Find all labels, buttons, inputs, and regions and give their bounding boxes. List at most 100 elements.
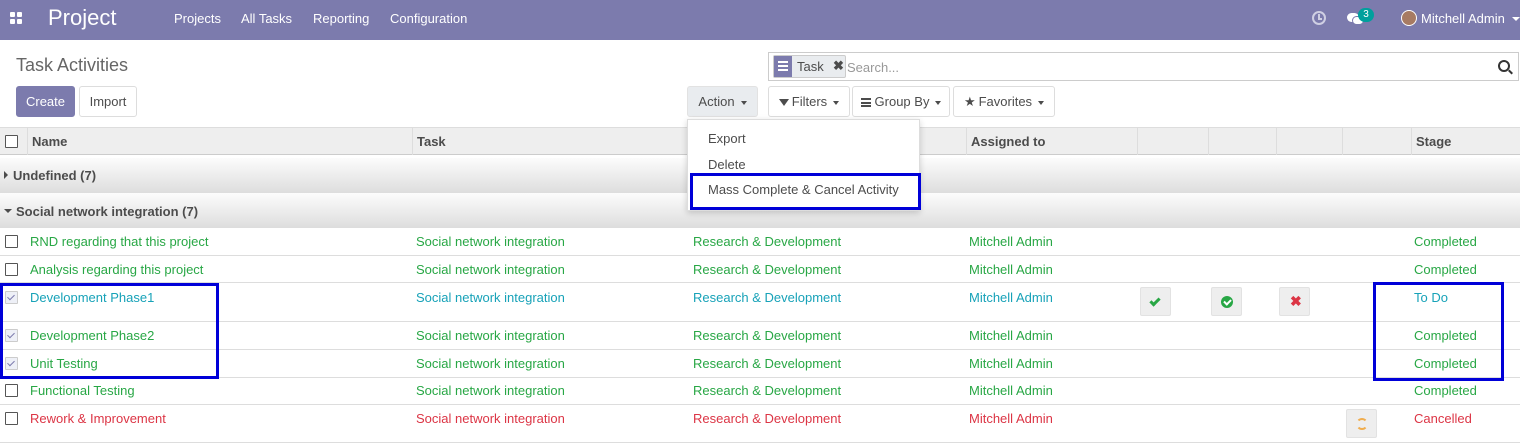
row-checkbox[interactable] (5, 263, 18, 276)
complete-button[interactable] (1211, 287, 1242, 316)
column-header-assigned[interactable]: Assigned to (966, 128, 1137, 155)
action-dropdown-button[interactable]: Action (687, 86, 758, 117)
facet-value: Task (797, 59, 824, 74)
cell-project: Research & Development (693, 290, 842, 305)
cell-assigned: Mitchell Admin (969, 234, 1053, 249)
cell-name: Development Phase1 (30, 290, 155, 305)
cancel-activity-button[interactable]: ✖ (1279, 287, 1310, 316)
menu-reporting[interactable]: Reporting (313, 11, 369, 26)
menu-item-mass-complete-cancel[interactable]: Mass Complete & Cancel Activity (708, 182, 899, 197)
cell-stage: Completed (1414, 234, 1477, 249)
cell-project: Research & Development (693, 262, 842, 277)
close-icon: ✖ (1290, 293, 1302, 309)
table-row[interactable]: Analysis regarding this project Social n… (0, 256, 1520, 283)
cell-task: Social network integration (416, 262, 565, 277)
apps-grid-icon[interactable] (10, 12, 23, 25)
favorites-label: Favorites (978, 94, 1033, 109)
column-header-blank (1208, 128, 1276, 155)
column-header-name[interactable]: Name (27, 128, 412, 155)
menu-item-export[interactable]: Export (708, 131, 746, 146)
cell-stage: To Do (1414, 290, 1448, 305)
caret-down-icon (935, 100, 942, 105)
cell-task: Social network integration (416, 290, 565, 305)
table-row[interactable]: Development Phase2 Social network integr… (0, 322, 1520, 350)
table-row[interactable]: Functional Testing Social network integr… (0, 378, 1520, 405)
cell-project: Research & Development (693, 328, 842, 343)
app-title[interactable]: Project (48, 5, 116, 31)
row-checkbox[interactable] (5, 384, 18, 397)
cell-project: Research & Development (693, 356, 842, 371)
cell-assigned: Mitchell Admin (969, 290, 1053, 305)
cell-stage: Completed (1414, 328, 1477, 343)
table-row[interactable]: Rework & Improvement Social network inte… (0, 405, 1520, 443)
chat-count-badge: 3 (1358, 8, 1374, 22)
create-button[interactable]: Create (16, 86, 75, 117)
cell-project: Research & Development (693, 234, 842, 249)
row-checkbox[interactable] (5, 357, 18, 370)
column-header-blank (1342, 128, 1411, 155)
cell-assigned: Mitchell Admin (969, 383, 1053, 398)
cell-name: Unit Testing (30, 356, 98, 371)
menu-projects[interactable]: Projects (174, 11, 221, 26)
list-icon (774, 56, 792, 77)
row-checkbox[interactable] (5, 329, 18, 342)
top-navbar: Project Projects All Tasks Reporting Con… (0, 0, 1520, 40)
group-label: Social network integration (7) (16, 204, 199, 219)
filter-icon (778, 99, 789, 107)
reset-activity-button[interactable] (1346, 409, 1377, 438)
filters-label: Filters (791, 94, 828, 109)
column-header-task[interactable]: Task (412, 128, 690, 155)
group-label: Undefined (7) (13, 168, 97, 183)
cell-project: Research & Development (693, 383, 842, 398)
cell-name: Functional Testing (30, 383, 135, 398)
caret-down-icon (740, 100, 747, 105)
caret-right-icon (4, 171, 8, 179)
table-row[interactable]: RND regarding that this project Social n… (0, 228, 1520, 256)
cell-task: Social network integration (416, 411, 565, 426)
filters-button[interactable]: Filters (768, 86, 850, 117)
action-dropdown-menu: Export Delete Mass Complete & Cancel Act… (687, 119, 920, 211)
facet-remove-icon[interactable]: ✖ (833, 58, 844, 74)
column-header-stage[interactable]: Stage (1411, 128, 1520, 155)
cell-assigned: Mitchell Admin (969, 411, 1053, 426)
action-button-label: Action (698, 94, 735, 109)
menu-all-tasks[interactable]: All Tasks (241, 11, 292, 26)
group-by-button[interactable]: Group By (852, 86, 950, 117)
cell-assigned: Mitchell Admin (969, 328, 1053, 343)
bars-icon (860, 98, 871, 108)
star-icon: ★ (963, 94, 976, 109)
select-all-checkbox[interactable] (5, 135, 18, 148)
cell-name: Development Phase2 (30, 328, 155, 343)
cell-stage: Completed (1414, 356, 1477, 371)
cell-name: Analysis regarding this project (30, 262, 204, 277)
menu-item-delete[interactable]: Delete (708, 157, 746, 172)
table-row[interactable]: Unit Testing Social network integration … (0, 350, 1520, 378)
avatar[interactable] (1401, 10, 1417, 26)
row-checkbox[interactable] (5, 412, 18, 425)
check-icon (1149, 295, 1161, 307)
search-bar: Task ✖ (768, 52, 1519, 81)
favorites-button[interactable]: ★ Favorites (953, 86, 1055, 117)
row-checkbox[interactable] (5, 291, 18, 304)
search-icon[interactable] (1498, 60, 1510, 72)
cell-stage: Cancelled (1414, 411, 1472, 426)
activity-clock-icon[interactable] (1312, 11, 1326, 25)
cell-task: Social network integration (416, 328, 565, 343)
cell-name: RND regarding that this project (30, 234, 209, 249)
menu-configuration[interactable]: Configuration (390, 11, 467, 26)
cell-task: Social network integration (416, 383, 565, 398)
cell-assigned: Mitchell Admin (969, 262, 1053, 277)
check-circle-icon (1221, 296, 1233, 308)
import-button[interactable]: Import (79, 86, 137, 117)
chevron-down-icon (1512, 17, 1520, 21)
column-header-blank (1137, 128, 1208, 155)
mark-done-button[interactable] (1140, 287, 1171, 316)
table-row[interactable]: Development Phase1 Social network integr… (0, 283, 1520, 322)
caret-down-icon (833, 100, 840, 105)
caret-down-icon (4, 209, 12, 213)
row-checkbox[interactable] (5, 235, 18, 248)
column-header-blank (1276, 128, 1342, 155)
search-input[interactable] (847, 57, 1487, 77)
cell-name: Rework & Improvement (30, 411, 166, 426)
user-menu[interactable]: Mitchell Admin (1421, 11, 1505, 26)
